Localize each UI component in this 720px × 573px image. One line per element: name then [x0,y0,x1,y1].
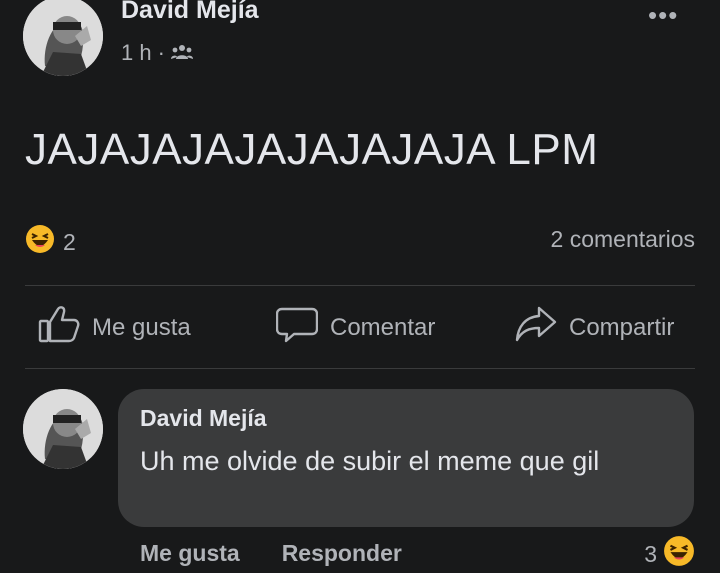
comments-count-link[interactable]: 2 comentarios [551,226,695,253]
comment-button[interactable]: Comentar [275,305,436,350]
like-label: Me gusta [92,313,191,341]
comment-text: Uh me olvide de subir el meme que gil [140,446,600,476]
comment-like-button[interactable]: Me gusta [140,540,240,567]
post-time[interactable]: 1 h [121,40,152,66]
share-icon [515,305,557,350]
reaction-count: 2 [63,228,76,255]
avatar-image [23,389,103,469]
comment-icon [275,305,319,350]
thumbs-up-icon [38,305,80,350]
haha-icon [663,535,695,573]
post-meta: 1 h · [121,40,193,66]
comment-actions: Me gusta Responder [140,540,402,567]
share-label: Compartir [569,313,675,341]
post-text: JAJAJAJAJAJAJAJAJA LPM [25,125,599,174]
friends-icon [170,40,193,66]
divider [25,368,695,369]
avatar-image [23,0,103,76]
more-options-button[interactable]: ••• [648,0,678,31]
comment-label: Comentar [330,313,436,341]
haha-icon [25,224,55,260]
meta-separator: · [157,40,165,65]
post-author-avatar[interactable] [23,0,103,76]
share-button[interactable]: Compartir [515,305,674,350]
comment-author-name[interactable]: David Mejía [140,405,267,432]
divider [25,285,695,286]
post-reactions[interactable]: 2 [25,224,76,260]
like-button[interactable]: Me gusta [38,305,191,350]
comment-reply-button[interactable]: Responder [282,540,402,567]
comment-reaction-count: 3 [644,540,657,567]
comment-author-avatar[interactable] [23,389,103,469]
post-author-name[interactable]: David Mejía [121,0,259,25]
comment-reactions[interactable]: 3 [644,535,695,573]
